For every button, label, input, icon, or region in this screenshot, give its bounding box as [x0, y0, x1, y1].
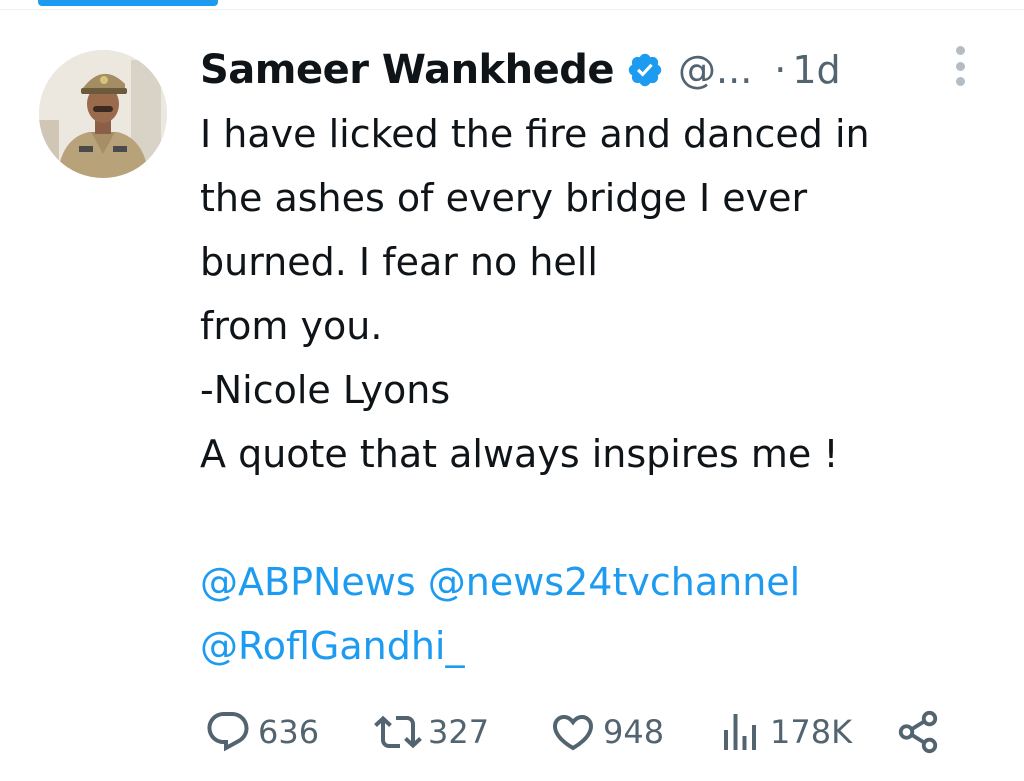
- tweet-line: I have licked the fire and danced in: [200, 112, 870, 156]
- like-count: 948: [603, 713, 665, 751]
- tweet-header: Sameer Wankhede @... · 1d: [200, 44, 841, 96]
- reply-button[interactable]: 636: [200, 704, 319, 760]
- mention-link[interactable]: @news24tvchannel: [428, 560, 800, 604]
- like-button[interactable]: 948: [545, 704, 664, 760]
- more-options-icon[interactable]: [948, 44, 972, 88]
- mention-link[interactable]: @RoflGandhi_: [200, 624, 464, 668]
- retweet-icon: [370, 704, 426, 760]
- views-count: 178K: [770, 713, 853, 751]
- avatar[interactable]: [39, 50, 167, 178]
- retweet-button[interactable]: 327: [370, 704, 489, 760]
- share-icon: [890, 704, 946, 760]
- tweet-line: the ashes of every bridge I ever: [200, 176, 808, 220]
- share-button[interactable]: [890, 704, 946, 760]
- tweet-text: I have licked the fire and danced in the…: [200, 102, 1000, 678]
- paragraph-break: [200, 486, 1000, 550]
- active-tab-indicator: [38, 0, 218, 6]
- more-dot: [955, 46, 965, 55]
- retweet-count: 327: [428, 713, 490, 751]
- author-handle[interactable]: @...: [678, 48, 752, 92]
- views-icon: [712, 704, 768, 760]
- reply-count: 636: [258, 713, 320, 751]
- author-name[interactable]: Sameer Wankhede: [200, 47, 615, 93]
- tweet-actions: 636 327 948 178K: [200, 704, 960, 760]
- verified-badge-icon[interactable]: [626, 51, 664, 89]
- top-divider: [0, 9, 1024, 10]
- tweet-line: from you.: [200, 304, 383, 348]
- mention-link[interactable]: @ABPNews: [200, 560, 416, 604]
- avatar-photo: [39, 50, 167, 178]
- tweet-line: burned. I fear no hell: [200, 240, 598, 284]
- mentions-line: @RoflGandhi_: [200, 614, 1000, 678]
- heart-icon: [545, 704, 601, 760]
- reply-icon: [200, 704, 256, 760]
- tweet-line: -Nicole Lyons: [200, 368, 451, 412]
- more-dot: [955, 61, 965, 71]
- post-time[interactable]: 1d: [792, 48, 840, 92]
- mentions-line: @ABPNews @news24tvchannel: [200, 550, 1000, 614]
- views-button[interactable]: 178K: [712, 704, 852, 760]
- time-separator: ·: [774, 48, 787, 92]
- more-dot: [955, 77, 965, 86]
- tweet-line: A quote that always inspires me !: [200, 432, 839, 476]
